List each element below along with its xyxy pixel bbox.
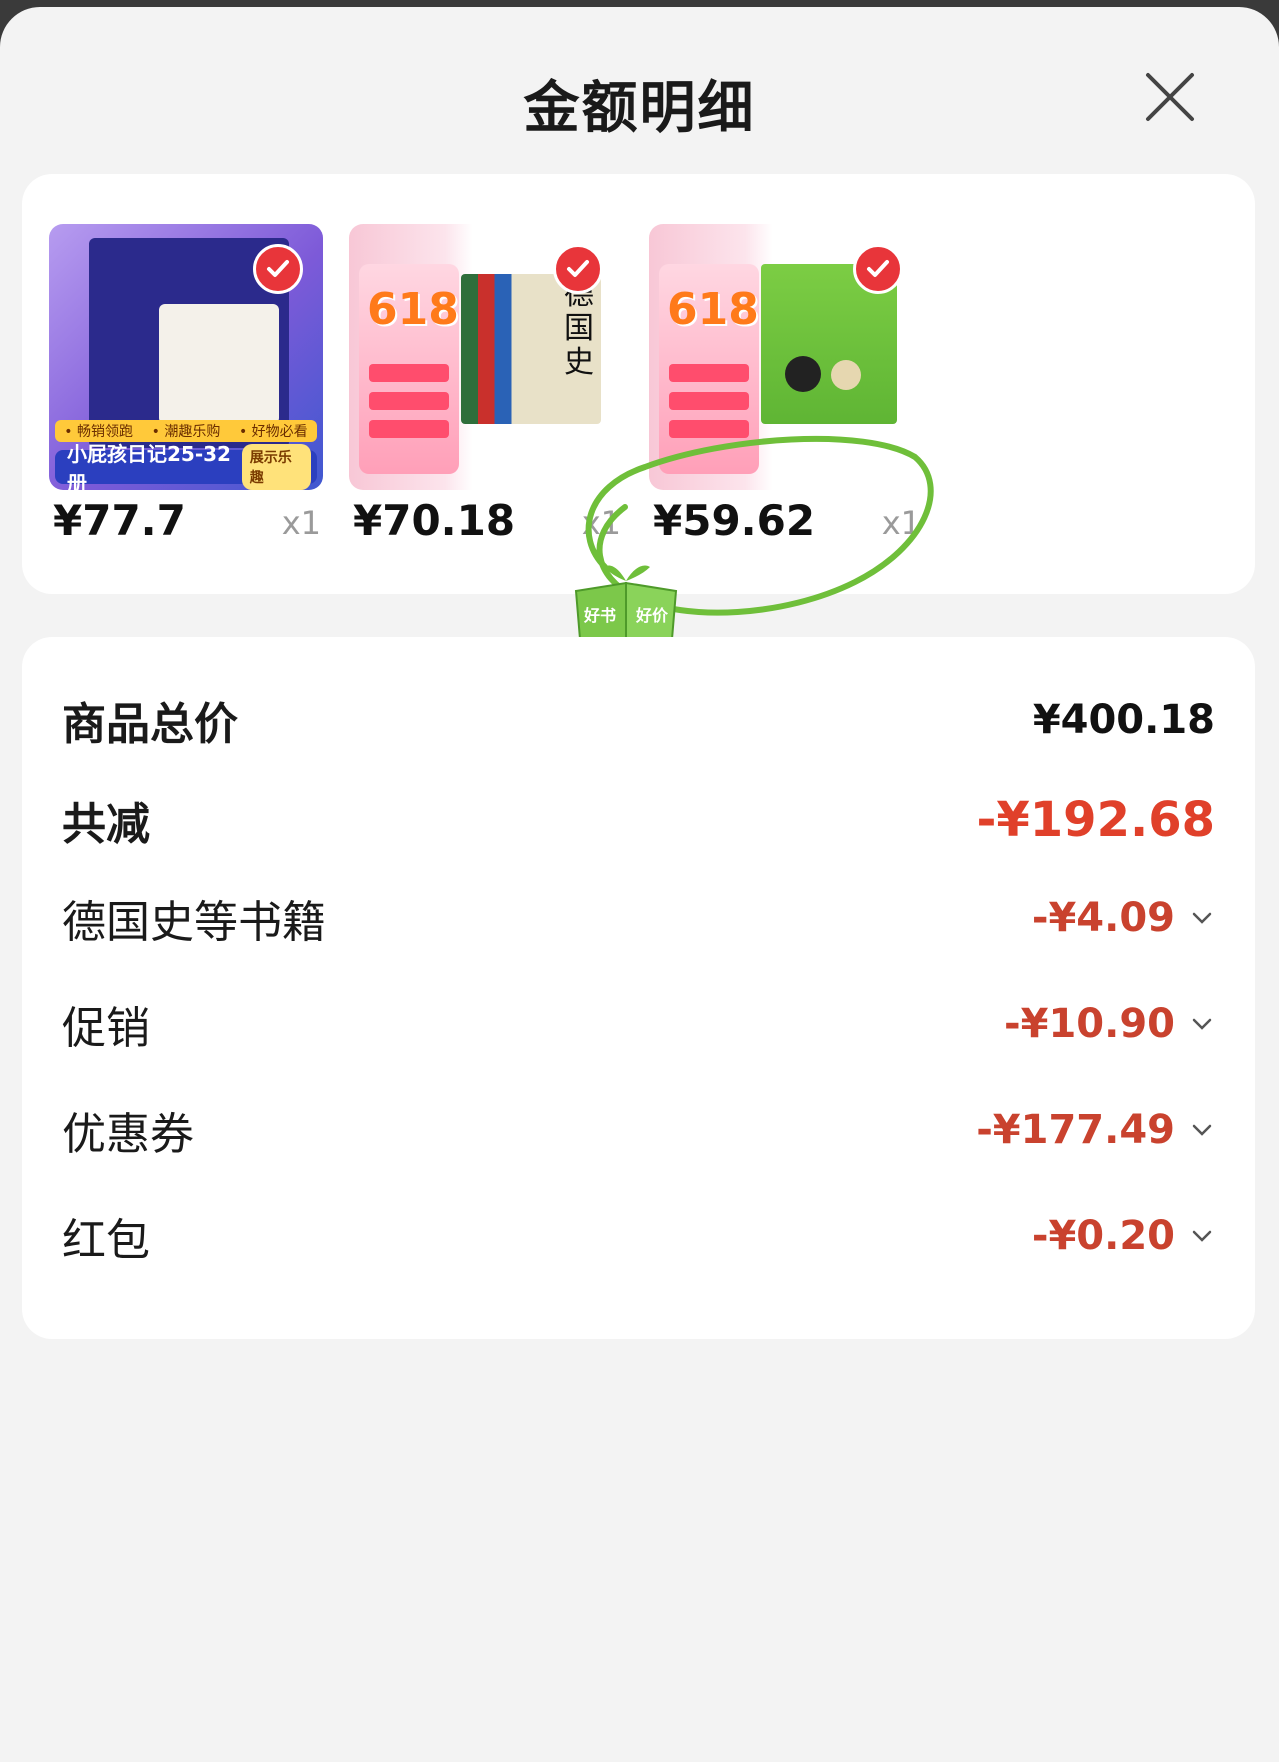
book-illustration [159,304,279,424]
selected-check-icon[interactable] [253,244,303,294]
discount-row[interactable]: 优惠券 -¥177.49 [62,1095,1215,1165]
price-summary-card: 商品总价 ¥400.18 共减 -¥192.68 德国史等书籍 -¥4.09 促… [22,637,1255,1339]
product-thumbnail: 618 [649,224,923,490]
selected-check-icon[interactable] [553,244,603,294]
promo-badge-line [369,392,449,410]
discount-row[interactable]: 促销 -¥10.90 [62,989,1215,1059]
total-reduction-label: 共减 [62,799,150,850]
product-quantity: x1 [881,504,921,542]
product-quantity: x1 [581,504,621,542]
total-reduction-value: -¥192.68 [976,792,1215,848]
discount-label: 促销 [62,1003,150,1054]
promo-strip-item: • 好物必看 [238,424,308,440]
product-quantity: x1 [281,504,321,542]
total-price-row: 商品总价 ¥400.18 [62,685,1215,755]
total-reduction-row: 共减 -¥192.68 [62,785,1215,855]
promo-badge-line [669,392,749,410]
product-thumbnail: 618 德国史 [349,224,623,490]
product-thumbnail: • 畅销领跑 • 潮趣乐购 • 好物必看 小屁孩日记25-32册 展示乐趣 [49,224,323,490]
chevron-down-icon[interactable] [1189,1011,1215,1037]
promo-618-label: 618 [667,284,759,335]
promo-618-badge: 618 [659,264,759,474]
promo-badge-line [669,364,749,382]
product-price: ¥77.7 [53,496,186,545]
total-price-value: ¥400.18 [1032,697,1215,743]
discount-value: -¥0.20 [1031,1213,1175,1259]
chevron-down-icon[interactable] [1189,1223,1215,1249]
discount-label: 优惠券 [62,1109,194,1160]
chevron-down-icon[interactable] [1189,1117,1215,1143]
discount-row[interactable]: 德国史等书籍 -¥4.09 [62,883,1215,953]
chevron-down-icon[interactable] [1189,905,1215,931]
product-banner: 小屁孩日记25-32册 展示乐趣 [55,442,317,490]
book-cover-image: 德国史 [461,274,601,424]
selected-check-icon[interactable] [853,244,903,294]
promo-badge-line [369,420,449,438]
promo-badge-line [369,364,449,382]
product-item[interactable]: 618 德国史 ¥70.18 x1 [349,224,623,545]
promo-badge-line [669,420,749,438]
promo-618-label: 618 [367,284,459,335]
discount-value: -¥177.49 [976,1107,1175,1153]
discount-label: 红包 [62,1215,150,1266]
product-price: ¥59.62 [653,496,816,545]
sticker-right-text: 好价 [635,606,669,625]
sheet-title: 金额明细 [523,76,756,141]
product-item[interactable]: • 畅销领跑 • 潮趣乐购 • 好物必看 小屁孩日记25-32册 展示乐趣 ¥7… [49,224,323,545]
product-banner-title: 小屁孩日记25-32册 [67,442,231,490]
product-item[interactable]: 618 ¥59.62 x1 [649,224,923,545]
discount-label: 德国史等书籍 [62,897,326,948]
total-price-label: 商品总价 [62,699,238,750]
discount-value: -¥10.90 [1004,1001,1175,1047]
promo-618-badge: 618 [359,264,459,474]
close-icon[interactable] [1140,67,1200,127]
book-illustration [831,360,861,390]
discount-row[interactable]: 红包 -¥0.20 [62,1201,1215,1271]
detail-sheet: 金额明细 • 畅销领跑 • 潮趣乐购 • 好物必看 小屁孩日记25-32册 展示… [0,7,1279,1762]
sticker-left-text: 好书 [583,606,616,625]
book-illustration [785,356,821,392]
product-price: ¥70.18 [353,496,516,545]
product-banner-tag: 展示乐趣 [241,444,311,490]
product-list-card: • 畅销领跑 • 潮趣乐购 • 好物必看 小屁孩日记25-32册 展示乐趣 ¥7… [22,174,1255,594]
discount-value: -¥4.09 [1031,895,1175,941]
